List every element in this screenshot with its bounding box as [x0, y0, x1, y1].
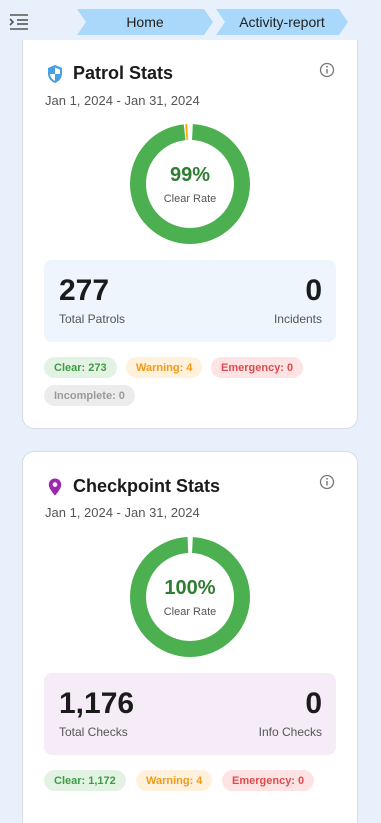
patrol-summary-box: 277 Total Patrols 0 Incidents — [44, 260, 336, 342]
total-patrols-label: Total Patrols — [59, 312, 126, 326]
total-checks-label: Total Checks — [59, 725, 128, 739]
breadcrumb-activity-report[interactable]: Activity-report — [216, 9, 348, 35]
patrol-clear-rate-label: Clear Rate — [163, 193, 217, 205]
shield-icon — [48, 64, 62, 83]
location-pin-icon — [48, 478, 62, 495]
patrol-warning-chip: Warning: 4 — [126, 357, 203, 378]
incidents-label: Incidents — [273, 312, 322, 326]
checkpoint-clear-chip: Clear: 1,172 — [44, 770, 126, 791]
checkpoint-title-row: Checkpoint Stats — [45, 476, 220, 497]
checkpoint-clear-rate-label: Clear Rate — [163, 606, 217, 618]
patrol-emergency-chip: Emergency: 0 — [211, 357, 304, 378]
patrol-stats-card: Patrol Stats Jan 1, 2024 - Jan 31, 2024 … — [22, 40, 358, 429]
checkpoint-summary-box: 1,176 Total Checks 0 Info Checks — [44, 673, 336, 755]
info-icon[interactable] — [319, 474, 335, 490]
patrol-stats-title: Patrol Stats — [73, 63, 174, 83]
info-checks-value: 0 — [305, 687, 322, 720]
menu-icon[interactable] — [8, 12, 30, 32]
checkpoint-stats-title: Checkpoint Stats — [73, 476, 221, 496]
total-checks-value: 1,176 — [59, 687, 135, 720]
patrol-clear-rate-value: 99% — [169, 164, 211, 186]
patrol-clear-chip: Clear: 273 — [44, 357, 117, 378]
incidents-value: 0 — [305, 274, 322, 307]
checkpoint-date-range: Jan 1, 2024 - Jan 31, 2024 — [45, 505, 200, 520]
checkpoint-stats-card: Checkpoint Stats Jan 1, 2024 - Jan 31, 2… — [22, 451, 358, 823]
checkpoint-warning-chip: Warning: 4 — [136, 770, 213, 791]
patrol-date-range: Jan 1, 2024 - Jan 31, 2024 — [45, 93, 200, 108]
checkpoint-clear-rate-value: 100% — [164, 577, 216, 599]
total-patrols-value: 277 — [59, 274, 110, 307]
patrol-title-row: Patrol Stats — [45, 63, 173, 84]
patrol-incomplete-chip: Incomplete: 0 — [44, 385, 135, 406]
checkpoint-emergency-chip: Emergency: 0 — [222, 770, 315, 791]
top-bar: Home Activity-report — [0, 0, 381, 44]
breadcrumb-home[interactable]: Home — [77, 9, 213, 35]
info-icon[interactable] — [319, 62, 335, 78]
info-checks-label: Info Checks — [258, 725, 322, 739]
